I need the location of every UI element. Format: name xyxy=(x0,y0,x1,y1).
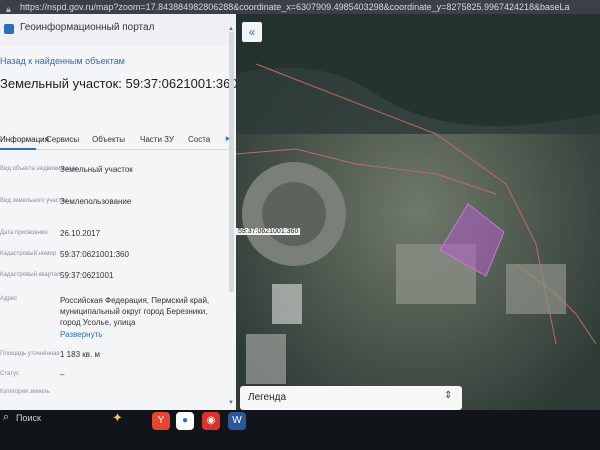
legend-dropdown[interactable]: Легенда ⇕ xyxy=(240,386,462,410)
address-value: Российская Федерация, Пермский край, мун… xyxy=(60,296,210,327)
tab-objects[interactable]: Объекты xyxy=(92,135,125,144)
tab-composition[interactable]: Соста xyxy=(188,135,210,144)
search-box[interactable]: ⌕ Поиск ✦ xyxy=(0,410,142,450)
active-tab-indicator xyxy=(0,148,36,150)
row-label: Дата присвоения xyxy=(0,230,48,236)
portal-title: Геоинформационный портал xyxy=(20,22,155,33)
object-info-panel: Геоинформационный портал Назад к найденн… xyxy=(0,14,236,410)
building xyxy=(506,264,566,314)
row-value: 26.10.2017 xyxy=(60,229,101,238)
satellite-map[interactable]: « 59:37:0621001:360 Легенда ⇕ xyxy=(236,14,600,410)
taskbar: ⌕ Поиск ✦ Y ● ◉ W xyxy=(0,410,600,450)
parcel-number-label: 59:37:0621001:360 xyxy=(236,228,301,235)
chevron-updown-icon: ⇕ xyxy=(444,390,453,401)
expand-link[interactable]: Развернуть xyxy=(60,330,102,339)
yandex-browser-icon[interactable]: Y xyxy=(152,412,170,430)
address-bar[interactable]: 🔒︎ https://nspd.gov.ru/map?zoom=17.84388… xyxy=(0,0,600,14)
search-label: Поиск xyxy=(16,413,41,423)
collapse-panel-button[interactable]: « xyxy=(242,22,262,42)
parcel-title: Земельный участок: 59:37:0621001:360 xyxy=(0,76,236,91)
lock-icon: 🔒︎ xyxy=(6,4,11,14)
panel-scrollbar[interactable] xyxy=(229,32,234,292)
map-imagery xyxy=(236,14,600,410)
tab-parts[interactable]: Части ЗУ xyxy=(140,135,174,144)
panel-header: Геоинформационный портал xyxy=(0,14,236,46)
row-value: 59:37:0621001:360 xyxy=(60,250,129,259)
row-value: Землепользование xyxy=(60,197,132,206)
tab-information[interactable]: Информация xyxy=(0,135,49,144)
row-value: – xyxy=(60,370,65,379)
round-building-courtyard xyxy=(262,182,326,246)
row-label: Кадастровый квартал xyxy=(0,272,61,278)
row-label: Адрес xyxy=(0,296,18,302)
back-to-results-link[interactable]: Назад к найденным объектам xyxy=(0,56,125,66)
row-label: Кадастровый номер xyxy=(0,251,57,257)
chrome-icon[interactable]: ● xyxy=(176,412,194,430)
portal-logo-icon xyxy=(4,24,14,34)
row-value: 1 183 кв. м xyxy=(60,350,100,359)
row-label: Категория земель xyxy=(0,389,50,395)
row-label: Статус xyxy=(0,371,19,377)
search-icon: ⌕ xyxy=(3,411,10,423)
copilot-sparkle-icon[interactable]: ✦ xyxy=(112,410,123,426)
row-label: Вид земельного участка xyxy=(0,198,68,204)
legend-title: Легенда xyxy=(248,392,287,403)
building xyxy=(246,334,286,384)
row-label: Площадь уточнённая xyxy=(0,351,60,357)
scroll-down-arrow-icon[interactable]: ▼ xyxy=(228,400,234,406)
recorder-icon[interactable]: ◉ xyxy=(202,412,220,430)
word-icon[interactable]: W xyxy=(228,412,246,430)
tab-services[interactable]: Сервисы xyxy=(46,135,79,144)
building xyxy=(272,284,302,324)
url-text: https://nspd.gov.ru/map?zoom=17.84388498… xyxy=(20,2,570,12)
row-value: Земельный участок xyxy=(60,165,133,174)
row-value: 59:37:0621001 xyxy=(60,271,114,280)
info-tabs: Информация Сервисы Объекты Части ЗУ Сост… xyxy=(0,132,236,150)
